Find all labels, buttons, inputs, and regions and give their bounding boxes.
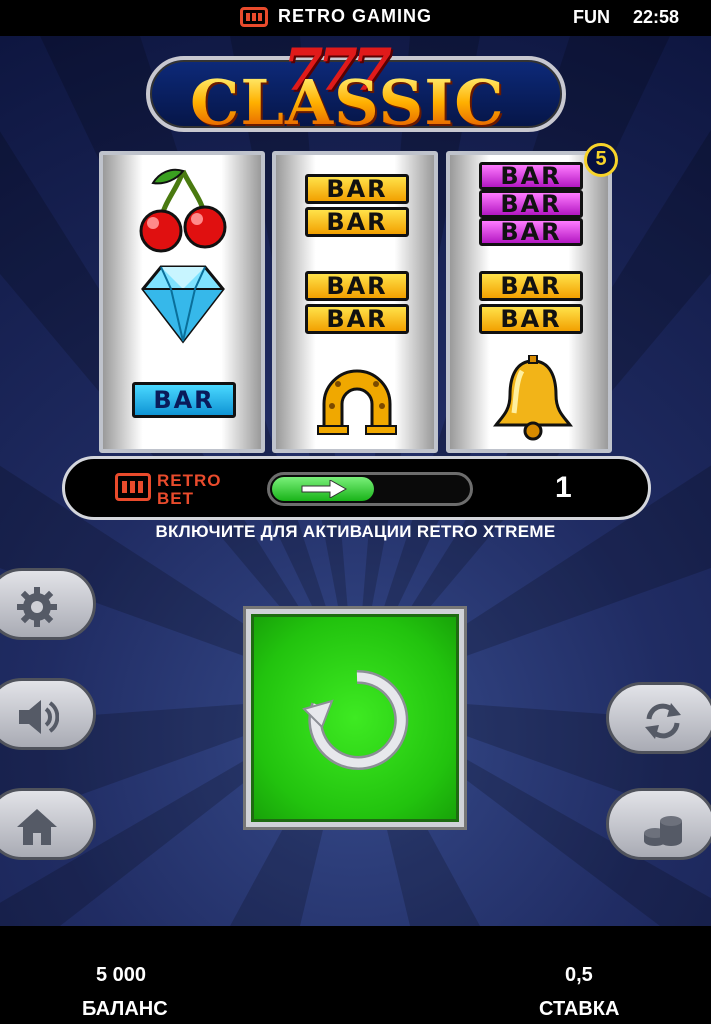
home-button[interactable] — [0, 788, 96, 860]
reel-1: BAR — [99, 151, 265, 453]
retro-bet-label-line2: BET — [157, 489, 194, 508]
toggle-knob[interactable] — [272, 477, 374, 501]
status-bar: RETRO GAMING FUN 22:58 — [0, 0, 711, 36]
retro-bet-panel: RETRO BET 1 — [62, 456, 651, 520]
coins-icon — [644, 816, 682, 846]
settings-button[interactable] — [0, 568, 96, 640]
activate-hint: ВКЛЮЧИТЕ ДЛЯ АКТИВАЦИИ RETRO XTREME — [155, 522, 556, 541]
balance-value: 5 000 — [96, 964, 147, 986]
clock: 22:58 — [633, 7, 680, 27]
bar-symbol: BAR — [479, 271, 583, 301]
retro-bet-toggle[interactable] — [267, 472, 473, 506]
retro-gaming-logo-icon — [240, 6, 268, 27]
bar-symbol: BAR — [305, 304, 409, 334]
cherry-icon — [139, 168, 227, 253]
reel-2: BAR BAR BAR BAR — [272, 151, 438, 453]
logo-title: CLASSIC — [190, 66, 505, 139]
brand-name: RETRO GAMING — [278, 6, 432, 26]
stake-label: СТАВКА — [539, 998, 620, 1020]
home-icon — [17, 809, 57, 845]
bar-symbol: BAR — [305, 174, 409, 204]
mode-label: FUN — [573, 7, 610, 27]
bar-symbol: BAR — [132, 382, 236, 418]
stake-value[interactable]: 0,5 — [565, 964, 593, 987]
gear-icon — [17, 587, 57, 627]
retro-bet-count: 1 — [555, 471, 572, 504]
spin-icon — [302, 669, 409, 770]
bar-symbol: BAR — [479, 190, 583, 218]
arrow-right-icon — [301, 480, 348, 498]
spin-button-face[interactable] — [251, 614, 459, 822]
bar-symbol: BAR — [479, 304, 583, 334]
speaker-icon — [19, 700, 59, 734]
reel-3: BAR BAR BAR BAR BAR — [446, 151, 612, 453]
retro-bet-logo-icon — [115, 473, 151, 501]
bar-symbol: BAR — [479, 162, 583, 190]
autoplay-button[interactable] — [606, 682, 711, 754]
bar-symbol: BAR — [305, 207, 409, 237]
spin-button[interactable] — [243, 606, 467, 830]
retro-bet-label-line1: RETRO — [157, 471, 222, 490]
diamond-icon — [141, 265, 225, 344]
game-stage: 777 CLASSIC BAR BAR BAR BAR BAR — [0, 36, 711, 926]
win-lines-badge: 5 — [584, 143, 618, 177]
autoplay-icon — [645, 703, 681, 739]
footer: 5 000 БАЛАНС 0,5 СТАВКА — [0, 926, 711, 1024]
bar-symbol: BAR — [305, 271, 409, 301]
sound-button[interactable] — [0, 678, 96, 750]
bet-button[interactable] — [606, 788, 711, 860]
bell-icon — [492, 355, 574, 441]
bar-symbol: BAR — [479, 218, 583, 246]
horseshoe-icon — [317, 369, 397, 435]
brand: RETRO GAMING — [240, 6, 432, 27]
balance-label: БАЛАНС — [82, 998, 168, 1020]
